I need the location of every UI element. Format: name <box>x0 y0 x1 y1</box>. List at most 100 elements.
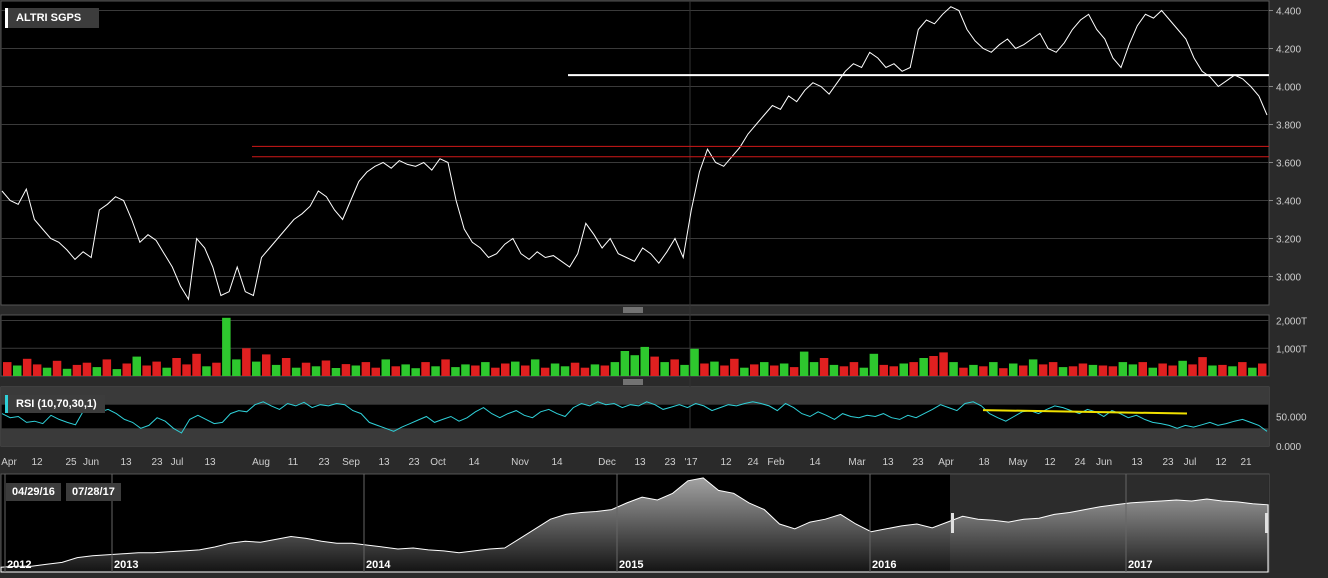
volume-bar <box>252 361 261 376</box>
volume-bar <box>381 359 390 376</box>
overview-range-handle <box>1265 513 1268 533</box>
volume-bar <box>919 358 928 376</box>
volume-bar <box>162 367 171 376</box>
volume-bar <box>132 356 141 376</box>
price-legend[interactable]: ALTRI SGPS <box>5 8 100 28</box>
range-start-date[interactable]: 04/29/16 <box>6 483 61 501</box>
volume-bar <box>799 351 809 376</box>
overview-year-label: 2014 <box>366 559 391 571</box>
volume-bar <box>82 362 92 376</box>
overview-year-label: 2017 <box>1128 559 1152 571</box>
volume-bar <box>242 348 251 376</box>
price-tick-label: 3.000 <box>1276 273 1301 284</box>
volume-bar <box>122 363 131 376</box>
volume-bar <box>32 364 42 376</box>
overview-year-label: 2012 <box>7 559 31 571</box>
volume-tick-label: 2,000T <box>1276 317 1307 328</box>
x-tick-label: 13 <box>120 457 132 468</box>
x-tick-label: 23 <box>1162 457 1174 468</box>
volume-bar <box>1188 364 1197 376</box>
range-end-date[interactable]: 07/28/17 <box>66 483 121 501</box>
volume-bar <box>411 368 420 376</box>
volume-bar <box>670 359 679 376</box>
volume-bar <box>341 364 351 376</box>
x-tick-label: 13 <box>378 457 390 468</box>
volume-bar <box>1038 364 1048 376</box>
x-tick-label: 12 <box>720 457 732 468</box>
volume-bar <box>3 362 12 376</box>
volume-bar <box>979 366 988 376</box>
volume-bar <box>849 362 859 376</box>
volume-bar <box>630 355 639 376</box>
volume-bar <box>152 361 161 376</box>
volume-bar <box>72 364 82 376</box>
x-tick-label: Nov <box>511 457 529 468</box>
x-tick-label: 13 <box>634 457 646 468</box>
volume-bar <box>650 356 659 376</box>
volume-bar <box>869 353 879 376</box>
price-tick-label: 4.400 <box>1276 7 1301 18</box>
rsi-legend[interactable]: RSI (10,70,30,1) <box>5 395 105 413</box>
volume-bar <box>262 354 271 376</box>
price-tick-label: 4.000 <box>1276 83 1301 94</box>
volume-bar <box>770 365 779 376</box>
x-tick-label: 14 <box>468 457 480 468</box>
volume-bar <box>351 365 361 376</box>
volume-bar <box>1098 365 1108 376</box>
volume-bar <box>501 363 510 376</box>
volume-bar <box>232 359 241 376</box>
price-tick-label: 3.200 <box>1276 235 1301 246</box>
volume-bar <box>889 366 898 376</box>
volume-bar <box>361 362 371 376</box>
volume-bar <box>1019 365 1028 376</box>
volume-bar <box>1158 363 1167 376</box>
volume-bar <box>1009 363 1018 376</box>
volume-bar <box>42 367 52 376</box>
volume-bar <box>580 367 590 376</box>
rsi-tick-label: 50.000 <box>1276 413 1307 424</box>
x-tick-label: May <box>1009 457 1028 468</box>
x-tick-label: 23 <box>151 457 163 468</box>
x-tick-label: Apr <box>938 457 954 468</box>
volume-tick-label: 1,000T <box>1276 344 1307 355</box>
volume-bar <box>301 362 311 376</box>
price-tick-label: 3.600 <box>1276 159 1301 170</box>
volume-bar <box>421 362 430 376</box>
volume-bar <box>481 362 490 376</box>
volume-bar <box>1198 357 1207 376</box>
volume-bar <box>560 366 570 376</box>
volume-bar <box>1208 365 1217 376</box>
price-tick-label: 3.800 <box>1276 121 1301 132</box>
volume-bar <box>610 362 620 376</box>
volume-bar <box>1168 365 1177 376</box>
volume-bar <box>999 368 1008 376</box>
price-tick-label: 4.200 <box>1276 45 1301 56</box>
volume-bar <box>1238 362 1247 376</box>
volume-bar <box>959 367 968 376</box>
volume-bar <box>680 364 689 376</box>
volume-bar <box>1138 362 1147 376</box>
volume-bar <box>899 363 908 376</box>
volume-bar <box>112 369 122 376</box>
volume-bar <box>859 367 869 376</box>
volume-bar <box>311 366 321 376</box>
volume-bar <box>142 365 151 376</box>
volume-bar <box>720 365 729 376</box>
rsi-tick-label: 0.000 <box>1276 442 1301 453</box>
volume-bar <box>321 360 331 376</box>
x-tick-label: Aug <box>252 457 270 468</box>
volume-bar <box>271 364 281 376</box>
stock-chart-widget: 4.400 4.200 4.000 3.800 3.600 3.400 3.200 3.000… <box>0 0 1328 573</box>
volume-bar <box>451 367 460 376</box>
volume-bar <box>690 348 699 376</box>
x-tick-label: 13 <box>1131 457 1143 468</box>
x-tick-label: Jul <box>171 457 184 468</box>
x-tick-label: 18 <box>978 457 990 468</box>
overview-year-label: 2013 <box>114 559 138 571</box>
x-tick-label: 12 <box>1215 457 1227 468</box>
volume-bar <box>540 367 550 376</box>
volume-bar <box>750 364 759 376</box>
volume-bar <box>1048 362 1058 376</box>
volume-bar <box>939 352 948 376</box>
x-tick-label: Jun <box>1096 457 1112 468</box>
